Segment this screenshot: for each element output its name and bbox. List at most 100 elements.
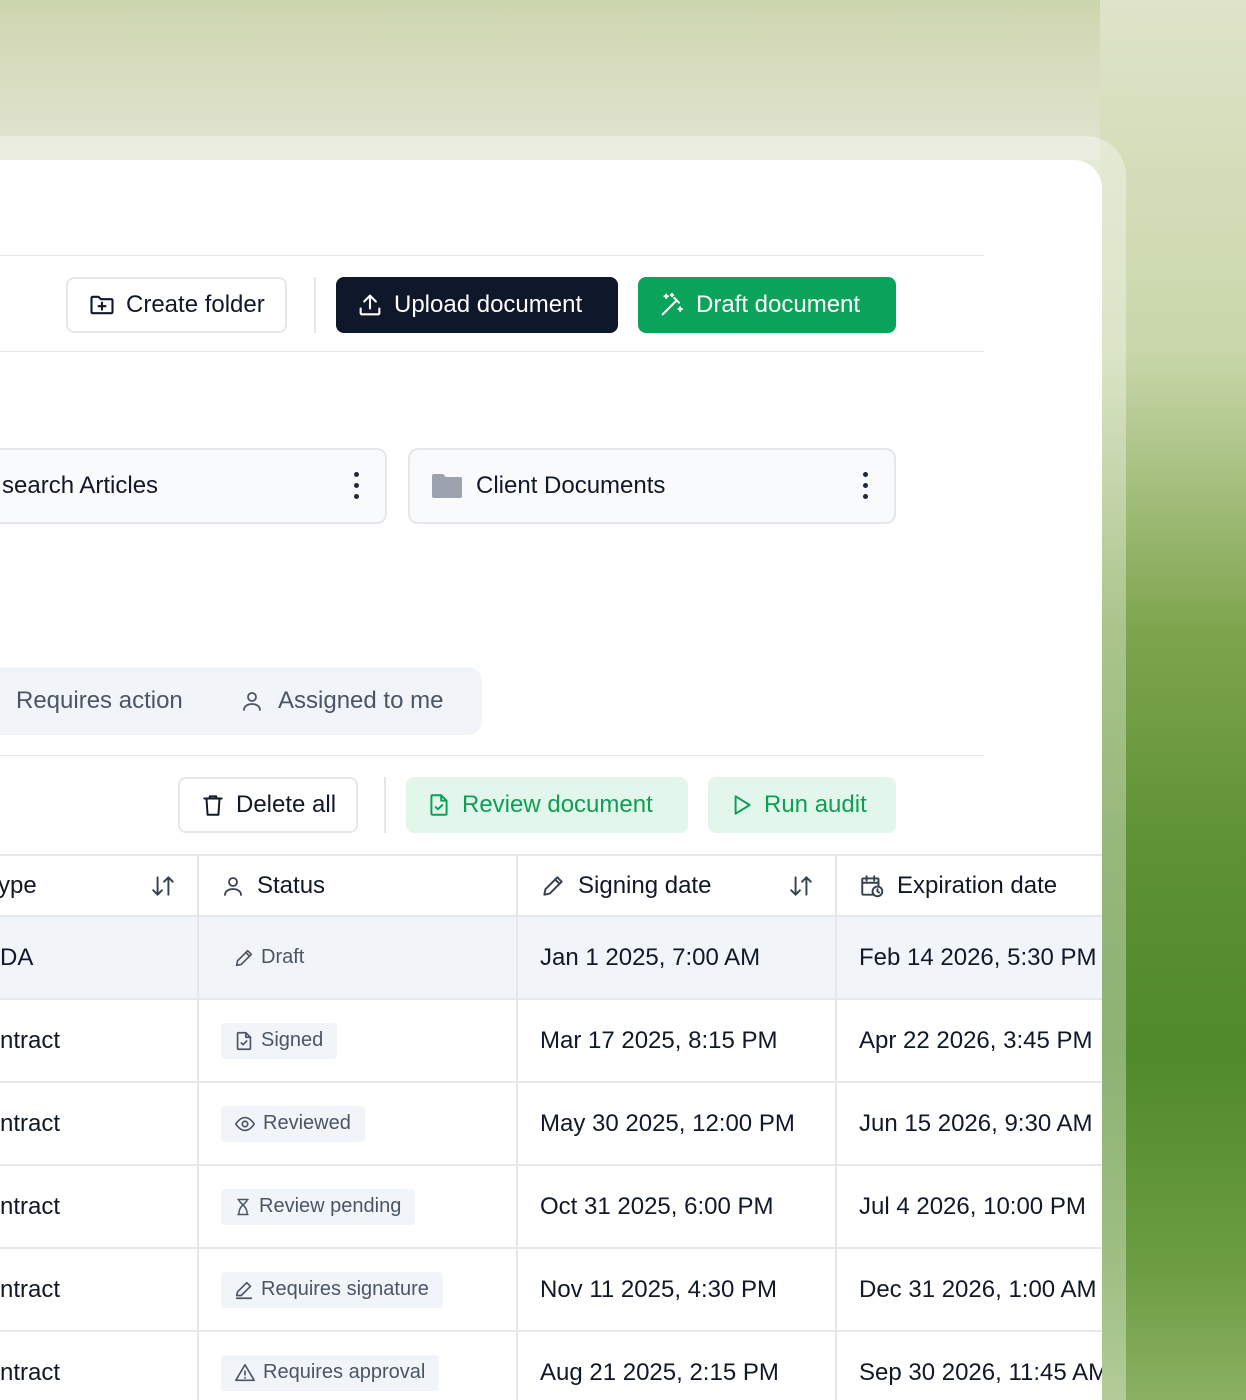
cell-signing-date: May 30 2025, 12:00 PM	[517, 1082, 837, 1166]
delete-all-button[interactable]: Delete all	[178, 777, 359, 833]
column-status[interactable]: Status	[198, 854, 518, 917]
tab-label: Assigned to me	[278, 687, 444, 714]
column-type[interactable]: ype	[0, 854, 199, 917]
run-audit-button[interactable]: Run audit	[708, 777, 896, 833]
warning-icon	[235, 1363, 255, 1381]
cell-type: DA	[0, 916, 199, 1000]
table-row[interactable]: ntract Requires approval Aug 21 2025, 2:…	[0, 1331, 1102, 1400]
cell-type: ntract	[0, 1248, 199, 1332]
cell-type: ntract	[0, 1082, 199, 1166]
user-icon	[224, 876, 242, 896]
create-folder-button[interactable]: Create folder	[66, 277, 287, 333]
signature-pen-icon	[235, 1281, 253, 1299]
pencil-icon	[543, 875, 563, 896]
more-options-icon[interactable]	[353, 472, 359, 502]
create-folder-label: Create folder	[126, 291, 265, 318]
table-row[interactable]: ntract Reviewed May 30 2025, 12:00 PM Ju…	[0, 1082, 1102, 1166]
cell-status: Signed	[198, 999, 518, 1083]
calendar-clock-icon	[861, 874, 884, 897]
cell-expiration-date: Feb 14 2026, 5:30 PM	[836, 916, 1102, 1000]
table-row[interactable]: ntract Requires signature Nov 11 2025, 4…	[0, 1248, 1102, 1332]
tab-requires-action[interactable]: Requires action	[16, 667, 183, 735]
review-document-button[interactable]: Review document	[406, 777, 688, 833]
divider	[0, 755, 984, 756]
tab-assigned-to-me[interactable]: Assigned to me	[240, 667, 443, 735]
trash-icon	[203, 795, 223, 816]
documents-card: Create folder Upload document Draft docu…	[0, 160, 1102, 1400]
cell-expiration-date: Apr 22 2026, 3:45 PM	[836, 999, 1102, 1083]
upload-icon	[359, 294, 381, 316]
folder-card-client-documents[interactable]: Client Documents	[408, 448, 896, 524]
divider	[0, 351, 984, 352]
tab-label: Requires action	[16, 687, 183, 714]
cell-signing-date: Jan 1 2025, 7:00 AM	[517, 916, 837, 1000]
run-audit-label: Run audit	[764, 791, 867, 818]
divider	[0, 255, 984, 256]
table-row[interactable]: DA Draft Jan 1 2025, 7:00 AM Feb 14 2026…	[0, 916, 1102, 1000]
draft-document-label: Draft document	[696, 291, 861, 318]
toolbar-separator	[314, 277, 316, 333]
column-expiration-date[interactable]: Expiration date	[836, 854, 1102, 917]
upload-document-label: Upload document	[394, 291, 583, 318]
cell-type: ntract	[0, 1165, 199, 1249]
cell-signing-date: Mar 17 2025, 8:15 PM	[517, 999, 837, 1083]
cell-status: Review pending	[198, 1165, 518, 1249]
eye-icon	[235, 1116, 255, 1131]
upload-document-button[interactable]: Upload document	[336, 277, 618, 333]
cell-expiration-date: Jul 4 2026, 10:00 PM	[836, 1165, 1102, 1249]
column-signing-date[interactable]: Signing date	[517, 854, 837, 917]
draft-document-button[interactable]: Draft document	[638, 277, 896, 333]
cell-signing-date: Oct 31 2025, 6:00 PM	[517, 1165, 837, 1249]
cell-status: Reviewed	[198, 1082, 518, 1166]
cell-type: ntract	[0, 1331, 199, 1400]
review-document-label: Review document	[462, 791, 653, 818]
status-label: Requires signature	[261, 1278, 429, 1300]
status-badge: Review pending	[221, 1188, 416, 1225]
folder-icon	[432, 474, 462, 498]
column-label: ype	[0, 871, 37, 899]
column-label: Status	[257, 871, 326, 899]
status-badge: Requires signature	[221, 1271, 443, 1308]
status-label: Requires approval	[263, 1361, 426, 1383]
table-row[interactable]: ntract Review pending Oct 31 2025, 6:00 …	[0, 1165, 1102, 1249]
folder-plus-icon	[90, 295, 114, 315]
action-separator	[384, 777, 386, 833]
folder-name: search Articles	[2, 472, 159, 499]
documents-table: ype Status Signing date Expiration date …	[0, 854, 1102, 1400]
status-badge: Signed	[221, 1022, 338, 1059]
sort-icon[interactable]	[787, 873, 815, 899]
status-label: Review pending	[259, 1195, 402, 1217]
status-label: Signed	[261, 1029, 324, 1051]
more-options-icon[interactable]	[862, 472, 868, 502]
status-badge: Requires approval	[221, 1354, 440, 1391]
document-check-icon	[236, 1031, 252, 1050]
magic-wand-icon	[661, 292, 683, 316]
column-label: Expiration date	[897, 871, 1058, 899]
cell-expiration-date: Sep 30 2026, 11:45 AM	[836, 1331, 1102, 1400]
cell-expiration-date: Dec 31 2026, 1:00 AM	[836, 1248, 1102, 1332]
status-label: Reviewed	[263, 1112, 351, 1134]
status-label: Draft	[261, 946, 305, 968]
table-header: ype Status Signing date Expiration date	[0, 854, 1102, 917]
cell-expiration-date: Jun 15 2026, 9:30 AM	[836, 1082, 1102, 1166]
table-row[interactable]: ntract Signed Mar 17 2025, 8:15 PM Apr 2…	[0, 999, 1102, 1083]
hourglass-icon	[237, 1198, 249, 1215]
cell-type: ntract	[0, 999, 199, 1083]
cell-status: Draft	[198, 916, 518, 1000]
play-icon	[734, 795, 751, 815]
folder-name: Client Documents	[476, 472, 666, 499]
user-icon	[243, 692, 261, 711]
cell-signing-date: Nov 11 2025, 4:30 PM	[517, 1248, 837, 1332]
document-check-icon	[430, 794, 448, 816]
cell-signing-date: Aug 21 2025, 2:15 PM	[517, 1331, 837, 1400]
status-badge: Draft	[221, 940, 318, 976]
cell-status: Requires signature	[198, 1248, 518, 1332]
cell-status: Requires approval	[198, 1331, 518, 1400]
status-badge: Reviewed	[221, 1105, 365, 1142]
folder-card-research-articles[interactable]: search Articles	[0, 448, 387, 524]
filter-tabs: Requires action Assigned to me	[0, 667, 482, 735]
pencil-icon	[235, 949, 253, 966]
delete-all-label: Delete all	[236, 791, 337, 818]
column-label: Signing date	[578, 871, 712, 899]
sort-icon[interactable]	[149, 873, 177, 899]
